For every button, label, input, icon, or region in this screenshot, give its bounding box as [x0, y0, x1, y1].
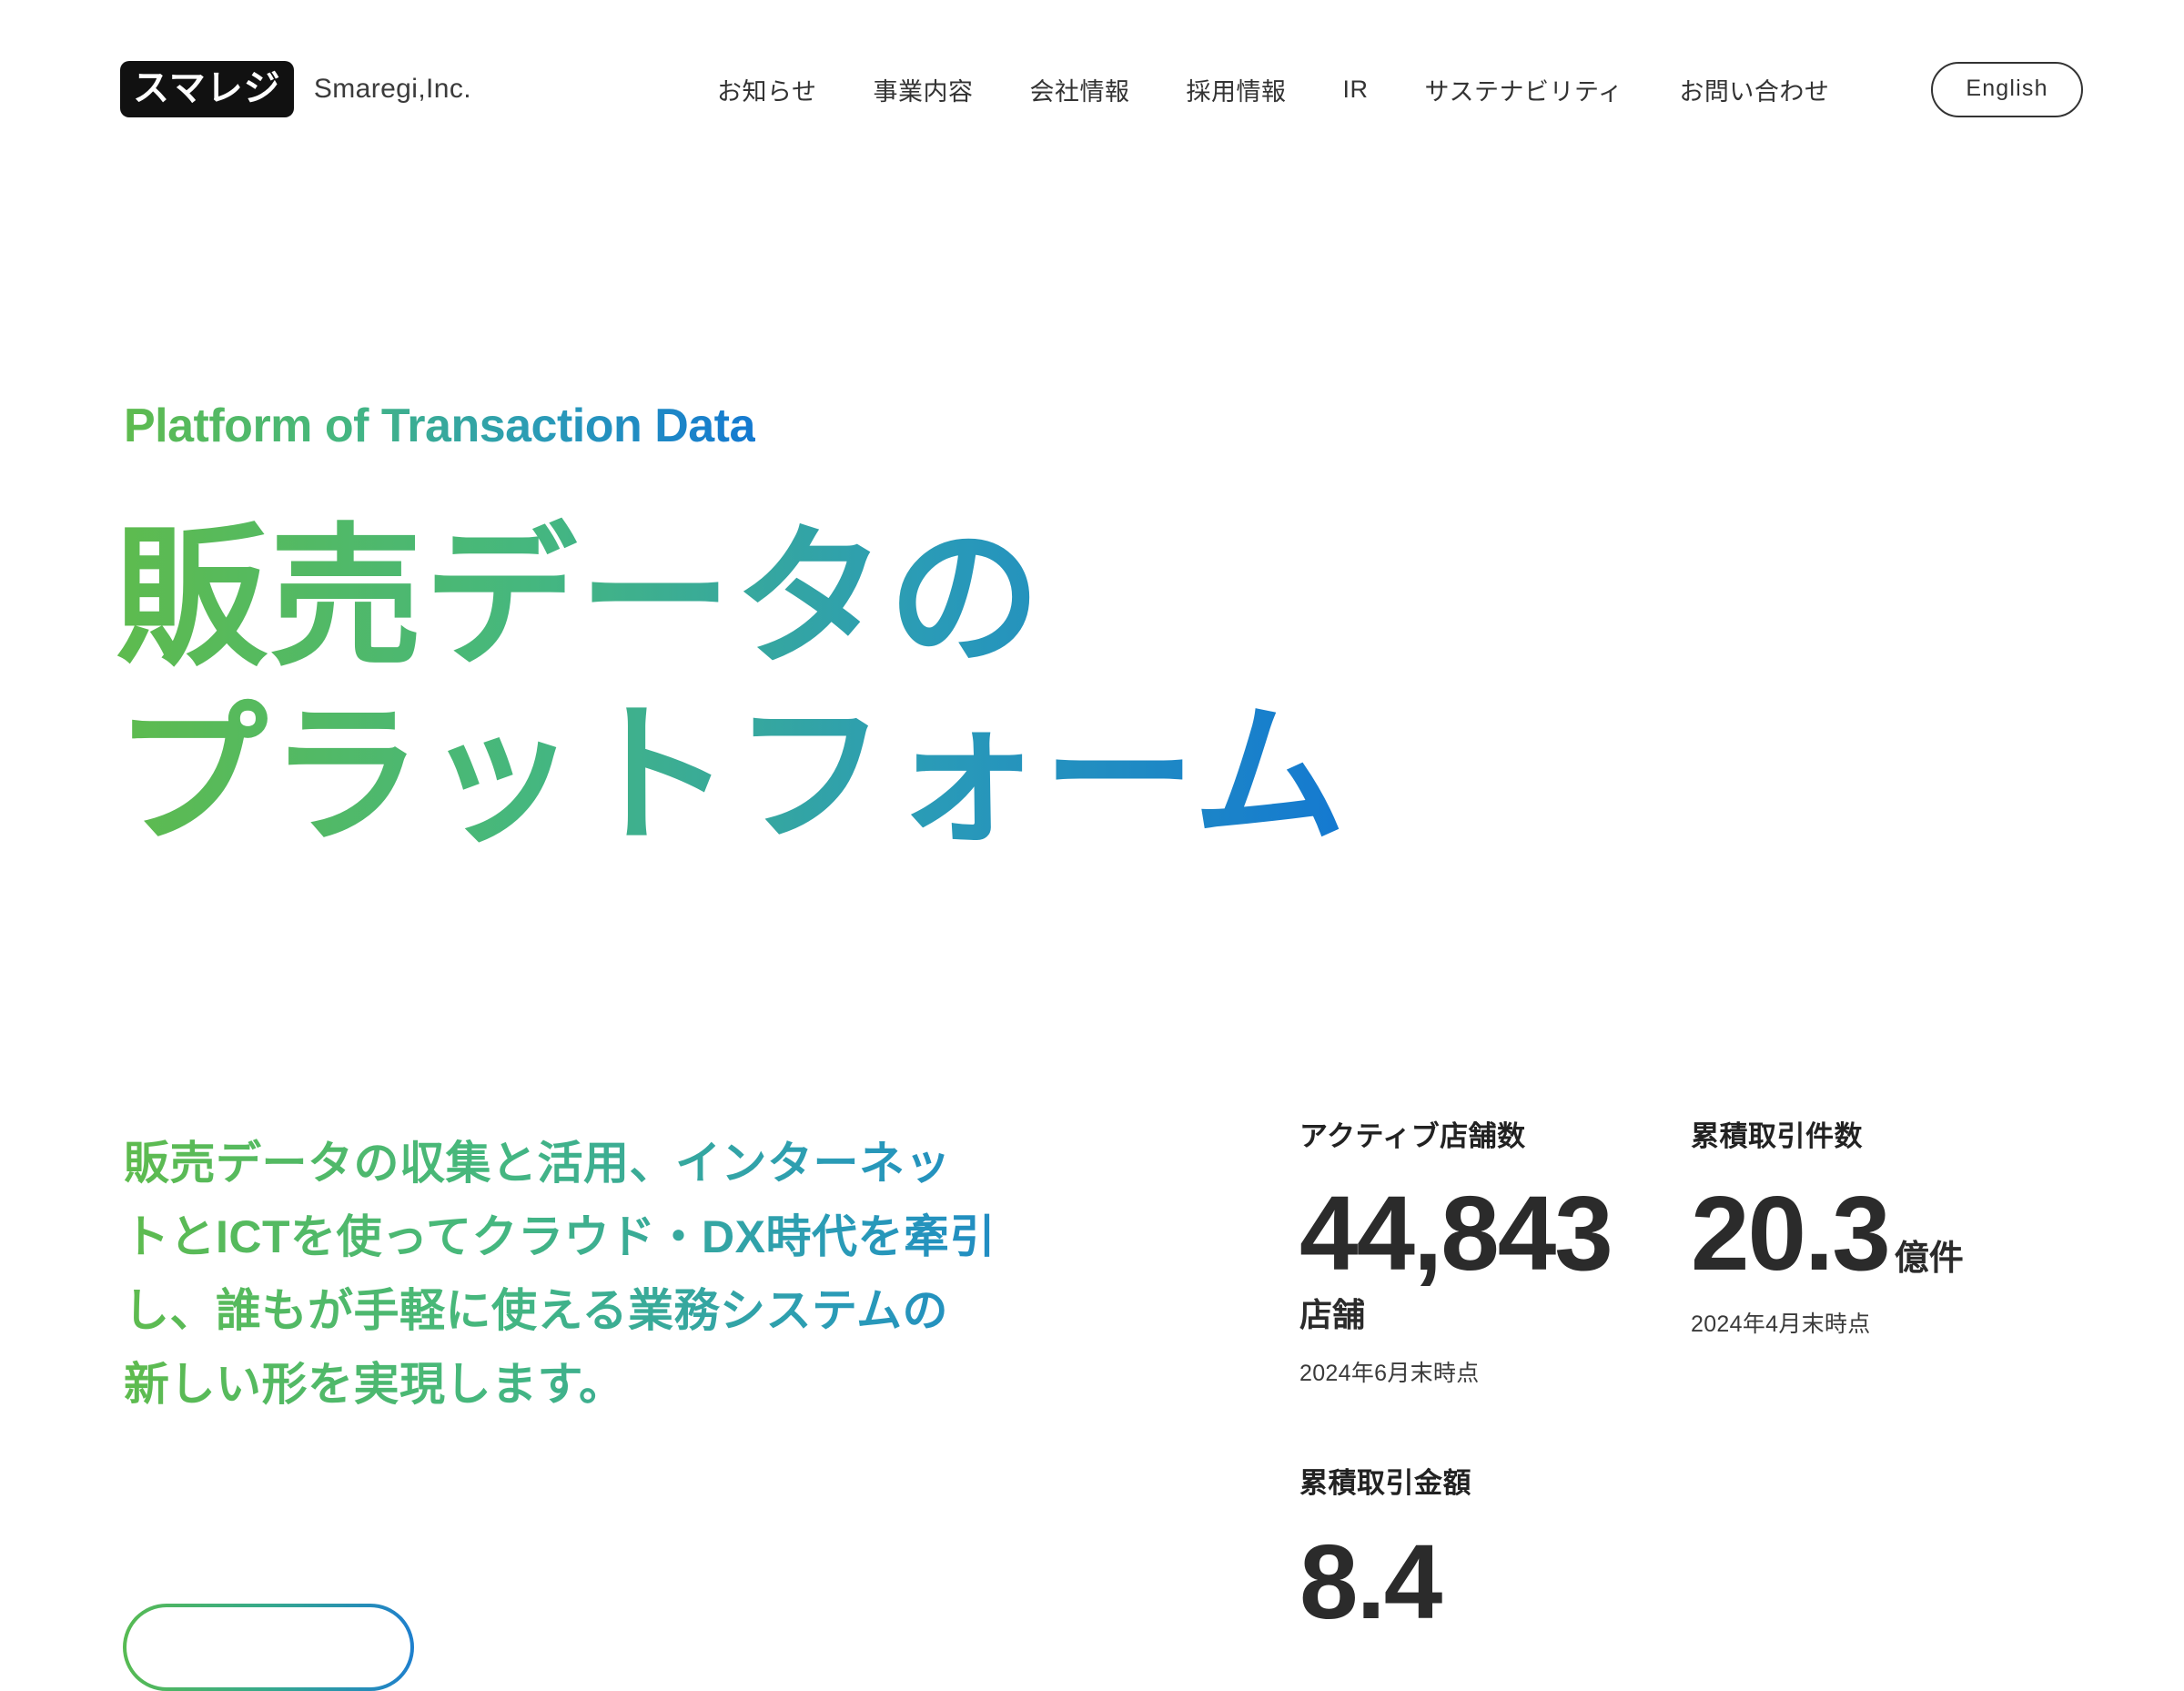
stat-active-stores-asof: 2024年6月末時点	[1299, 1361, 1480, 1387]
brand-logo[interactable]: スマレジ Smaregi,Inc.	[120, 61, 471, 117]
nav-item-news[interactable]: お知らせ	[717, 63, 816, 116]
hero-headline: 販売データの プラットフォーム	[115, 510, 1348, 865]
nav-item-ir[interactable]: IR	[1342, 66, 1368, 113]
language-switch-button[interactable]: English	[1931, 61, 2083, 117]
stat-cumulative-transactions-label: 累積取引件数	[1691, 1120, 1863, 1152]
nav-item-contact[interactable]: お問い合わせ	[1679, 63, 1829, 116]
stat-cumulative-amount: 累積取引金額 8.4	[1299, 1466, 1691, 1635]
stat-active-stores-value-row: 44,843	[1299, 1180, 1691, 1286]
hero-description-line-1: 販売データの収集と活用、インターネッ	[124, 1127, 1207, 1200]
stat-cumulative-transactions: 累積取引件数 20.3 億件 2024年4月末時点	[1691, 1119, 2082, 1339]
stats-row-bottom: 累積取引金額 8.4	[1299, 1466, 2118, 1635]
hero-eyebrow: Platform of Transaction Data	[124, 400, 755, 452]
smaregi-logo-icon[interactable]: スマレジ	[120, 61, 294, 117]
stat-active-stores-label: アクティブ店舗数	[1299, 1120, 1526, 1152]
hero-headline-line-2: プラットフォーム	[115, 687, 1348, 865]
site-header: スマレジ Smaregi,Inc. お知らせ 事業内容 会社情報 採用情報 IR…	[0, 0, 2184, 178]
stat-cumulative-transactions-value-row: 20.3 億件	[1691, 1180, 2082, 1286]
nav-item-company[interactable]: 会社情報	[1029, 63, 1129, 116]
hero-description-line-4: 新しい形を実現します。	[124, 1348, 1207, 1422]
stats-block: アクティブ店舗数 44,843 店舗 2024年6月末時点 累積取引件数 20.…	[1299, 1119, 2118, 1635]
stat-cumulative-amount-value: 8.4	[1299, 1523, 1442, 1642]
stats-row-top: アクティブ店舗数 44,843 店舗 2024年6月末時点 累積取引件数 20.…	[1299, 1119, 2118, 1388]
stat-cumulative-transactions-value: 20.3	[1691, 1174, 1891, 1293]
hero-description: 販売データの収集と活用、インターネッ トとICTを使ってクラウド・DX時代を牽引…	[124, 1127, 1207, 1422]
stat-active-stores: アクティブ店舗数 44,843 店舗 2024年6月末時点	[1299, 1119, 1691, 1388]
hero-cta-label	[126, 1607, 410, 1687]
nav-item-sustainability[interactable]: サステナビリティ	[1424, 63, 1623, 116]
hero-cta-button[interactable]	[123, 1604, 414, 1691]
hero-section: Platform of Transaction Data 販売データの プラット…	[0, 0, 2184, 1691]
hero-description-line-3: し、誰もが手軽に使える業務システムの	[124, 1274, 1207, 1348]
stat-cumulative-transactions-asof: 2024年4月末時点	[1691, 1311, 1871, 1338]
main-navigation: お知らせ 事業内容 会社情報 採用情報 IR サステナビリティ お問い合わせ E…	[717, 61, 2083, 117]
stat-cumulative-transactions-unit: 億件	[1894, 1240, 1964, 1279]
nav-item-careers[interactable]: 採用情報	[1186, 63, 1286, 116]
hero-description-line-2: トとICTを使ってクラウド・DX時代を牽引	[124, 1200, 1207, 1274]
brand-name: Smaregi,Inc.	[313, 74, 472, 104]
logo-text: スマレジ	[133, 68, 281, 108]
stat-active-stores-unit: 店舗	[1299, 1296, 1366, 1334]
stat-active-stores-value: 44,843	[1299, 1174, 1613, 1293]
nav-item-business[interactable]: 事業内容	[873, 63, 973, 116]
stat-cumulative-amount-label: 累積取引金額	[1299, 1467, 1471, 1500]
hero-headline-line-1: 販売データの	[115, 510, 1348, 687]
stat-cumulative-amount-value-row: 8.4	[1299, 1529, 1691, 1635]
